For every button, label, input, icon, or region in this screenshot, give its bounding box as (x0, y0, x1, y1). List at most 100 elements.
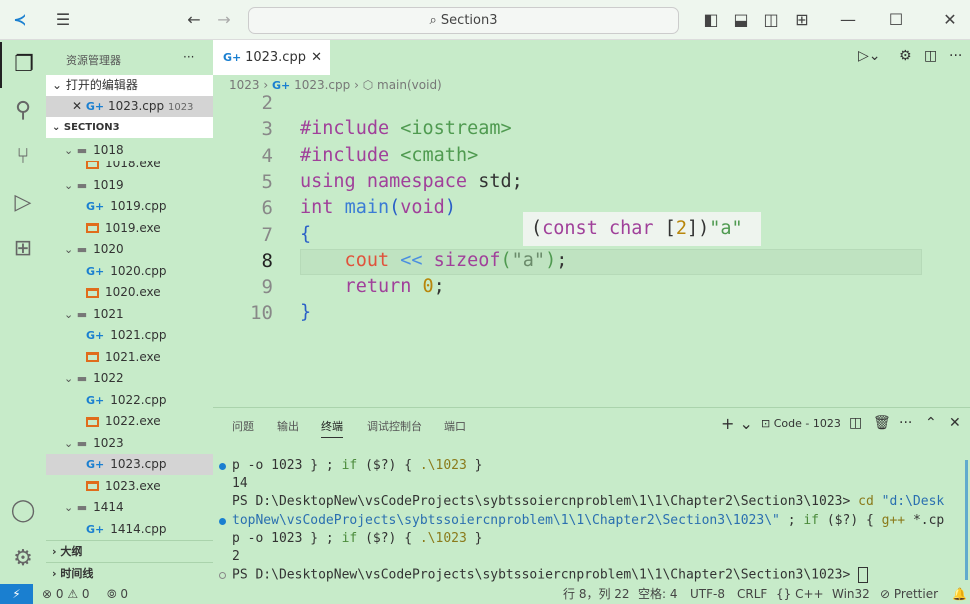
prettier-button[interactable]: ⊘ Prettier (880, 584, 938, 604)
source-control-icon[interactable]: ⑂ (0, 134, 46, 180)
customize-layout-icon[interactable]: ⊞ (792, 10, 812, 30)
file-row[interactable]: G+ 1019.cpp (46, 196, 213, 217)
close-tab-icon[interactable]: ✕ (311, 40, 322, 75)
file-name: 1020.cpp (110, 263, 167, 278)
file-row[interactable]: 1023.exe (46, 476, 213, 497)
folder-row[interactable]: ⌄ ▬ 1414 (46, 497, 213, 518)
problems-button[interactable]: ⊗ 0 ⚠ 0 (42, 584, 90, 604)
toggle-sidebar-icon[interactable]: ◧ (701, 10, 721, 30)
file-row[interactable]: 1020.exe (46, 282, 213, 303)
code-token: ($?) { (365, 530, 420, 546)
section3-header[interactable]: ⌄ SECTION3 (46, 117, 213, 138)
file-row[interactable]: G+ 1021.cpp (46, 325, 213, 346)
line-ending[interactable]: CRLF (737, 584, 767, 604)
settings-gear-icon[interactable]: ⚙ (0, 536, 46, 582)
file-row[interactable]: 1021.exe (46, 347, 213, 368)
language-label: C++ (795, 587, 824, 601)
notifications-bell-icon[interactable]: 🔔 (952, 584, 967, 604)
file-row[interactable]: G+ 1414.cpp (46, 519, 213, 540)
panel-tab[interactable]: 问题 (232, 418, 254, 434)
file-name: 1414.cpp (110, 521, 167, 536)
terminal-selector[interactable]: ⊡ Code - 1023 (761, 417, 841, 430)
file-name: 1018 (93, 143, 124, 157)
code-token: { (300, 223, 312, 245)
trash-icon[interactable]: 🗑 (873, 415, 891, 431)
chevron-down-icon: ⌄ (52, 122, 64, 133)
more-actions-icon[interactable]: ··· (949, 48, 962, 64)
breadcrumb-folder[interactable]: 1023 (229, 78, 260, 92)
folder-row[interactable]: ⌄ ▬ 1020 (46, 239, 213, 260)
file-row[interactable]: 1022.exe (46, 411, 213, 432)
remote-button[interactable]: ⚡ (0, 584, 33, 604)
outline-header[interactable]: › 大纲 (46, 540, 213, 561)
file-row[interactable]: G+ 1022.cpp (46, 390, 213, 411)
folder-row[interactable]: ⌄ ▬ 1023 (46, 433, 213, 454)
line-number: 10 (250, 302, 273, 325)
encoding[interactable]: UTF-8 (690, 584, 725, 604)
breadcrumb-file[interactable]: 1023.cpp (294, 78, 350, 92)
close-panel-icon[interactable]: ✕ (949, 415, 961, 431)
file-row[interactable]: G+ 1020.cpp (46, 261, 213, 282)
menu-icon[interactable]: ☰ (53, 10, 73, 30)
command-center-search[interactable]: ⌕ Section3 (248, 7, 679, 34)
breadcrumb-symbol[interactable]: main(void) (377, 78, 442, 92)
panel-tab[interactable]: 端口 (444, 418, 466, 434)
more-actions-button[interactable]: ··· (183, 50, 194, 64)
extensions-icon[interactable]: ⊞ (0, 226, 46, 272)
file-row[interactable]: G+ 1023.cpp (46, 454, 213, 475)
vscode-logo-icon: ≺ (13, 10, 27, 29)
cpp-file-icon: G+ (86, 393, 105, 407)
back-icon[interactable]: ← (184, 10, 204, 30)
panel-tab[interactable]: 输出 (277, 418, 299, 434)
code-token: const char (542, 218, 665, 239)
code-token: cout (300, 249, 401, 271)
close-icon[interactable]: ✕ (72, 99, 86, 113)
toggle-secondary-icon[interactable]: ◫ (761, 10, 781, 30)
exe-file-icon (86, 352, 99, 362)
timeline-header[interactable]: › 时间线 (46, 562, 213, 583)
code-token: "d:\Desk (881, 494, 945, 510)
sticky-folder-row[interactable]: ⌄ ▬ 1018 (46, 140, 213, 161)
search-icon[interactable]: ⚲ (0, 88, 46, 134)
split-editor-icon[interactable]: ◫ (924, 48, 937, 64)
tab-1023-cpp[interactable]: G+ 1023.cpp ✕ (213, 40, 330, 75)
split-terminal-icon[interactable]: ◫ (849, 415, 862, 431)
language-mode[interactable]: {} C++ (776, 584, 824, 604)
platform[interactable]: Win32 (832, 584, 870, 604)
folder-row[interactable]: ⌄ ▬ 1022 (46, 368, 213, 389)
folder-icon: ▬ (73, 144, 88, 157)
open-editors-header[interactable]: ⌄ 打开的编辑器 (46, 75, 213, 96)
toggle-panel-icon[interactable]: ⬓ (731, 10, 751, 30)
code-line: cout << sizeof("a"); (300, 249, 568, 271)
indentation[interactable]: 空格: 4 (638, 584, 678, 604)
chevron-down-icon: ⌄ (64, 178, 74, 192)
ports-button[interactable]: ⦾ 0 (107, 584, 128, 604)
terminal-scrollbar[interactable] (965, 460, 968, 580)
open-editor-item[interactable]: ✕ G+ 1023.cpp 1023 (46, 96, 213, 117)
run-debug-icon[interactable]: ▷ (0, 180, 46, 226)
file-row[interactable]: 1019.exe (46, 218, 213, 239)
account-icon[interactable]: ◯ (0, 488, 46, 534)
maximize-panel-icon[interactable]: ⌃ (925, 415, 937, 431)
folder-row[interactable]: ⌄ ▬ 1021 (46, 304, 213, 325)
open-file-name: 1023.cpp (107, 99, 165, 113)
more-icon[interactable]: ··· (899, 415, 912, 431)
folder-row[interactable]: ⌄ ▬ 1019 (46, 175, 213, 196)
cursor-position[interactable]: 行 8，列 22 (563, 584, 630, 604)
new-terminal-icon[interactable]: + ⌄ (721, 414, 753, 433)
gear-icon[interactable]: ⚙ (899, 48, 912, 64)
forward-icon[interactable]: → (214, 10, 234, 30)
panel-tab[interactable]: 终端 (321, 418, 343, 438)
maximize-icon[interactable]: ☐ (886, 10, 906, 30)
minimize-icon[interactable]: — (838, 10, 858, 30)
line-number: 6 (261, 197, 273, 220)
run-icon[interactable]: ▷⌄ (858, 48, 881, 64)
line-number: 7 (261, 223, 273, 246)
ports-count: 0 (120, 587, 129, 601)
panel-tab[interactable]: 调试控制台 (367, 418, 422, 434)
close-icon[interactable]: ✕ (940, 10, 960, 30)
code-token: PS D:\DesktopNew\vsCodeProjects\sybtssoi… (232, 567, 859, 583)
explorer-icon[interactable]: ❐ (0, 42, 46, 88)
terminal-line: p -o 1023 } ; if ($?) { .\1023 } (232, 458, 482, 473)
code-token: ; (433, 276, 445, 298)
